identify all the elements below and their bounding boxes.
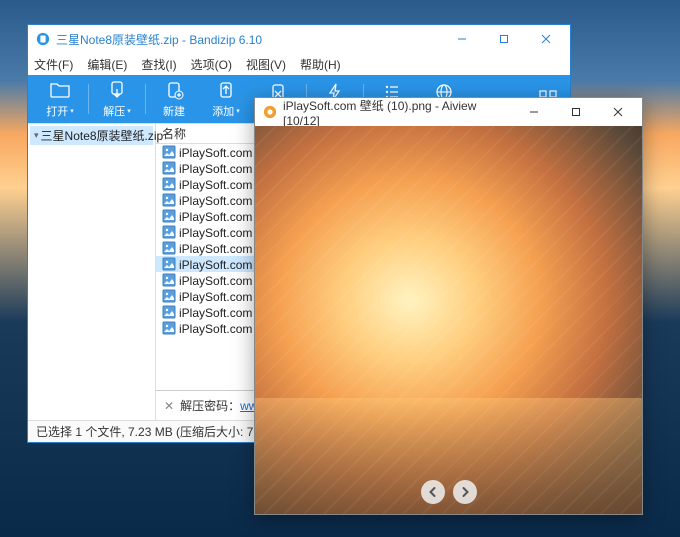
bandizip-maximize-button[interactable] — [484, 27, 524, 51]
image-file-icon — [162, 161, 176, 175]
new-archive-icon — [164, 80, 184, 100]
aiview-title: iPlaySoft.com 壁纸 (10).png - Aiview [10/1… — [283, 97, 514, 128]
image-file-icon — [162, 305, 176, 319]
add-file-icon — [216, 80, 236, 100]
tree-expand-icon[interactable]: ▾ — [34, 130, 39, 141]
image-file-icon — [162, 289, 176, 303]
aiview-app-icon — [263, 105, 277, 119]
extract-icon — [107, 80, 127, 100]
bandizip-close-button[interactable] — [526, 27, 566, 51]
image-file-icon — [162, 273, 176, 287]
image-file-icon — [162, 209, 176, 223]
aiview-maximize-button[interactable] — [556, 100, 596, 124]
password-label: 解压密码： — [180, 397, 240, 414]
aiview-window: iPlaySoft.com 壁纸 (10).png - Aiview [10/1… — [254, 97, 643, 515]
tree-root-item[interactable]: ▾ 三星Note8原装壁纸.zip — [30, 126, 153, 145]
aiview-prev-button[interactable] — [421, 480, 445, 504]
menu-view[interactable]: 视图(V) — [246, 56, 286, 73]
image-file-icon — [162, 257, 176, 271]
menu-find[interactable]: 查找(I) — [141, 56, 176, 73]
aiview-image-viewport[interactable] — [255, 126, 642, 514]
password-close-icon[interactable]: ✕ — [164, 399, 174, 413]
toolbar-new-button[interactable]: 新建 — [148, 77, 200, 121]
bandizip-titlebar[interactable]: 三星Note8原装壁纸.zip - Bandizip 6.10 — [28, 25, 570, 53]
toolbar-extract-label: 解压 — [103, 106, 125, 118]
aiview-next-button[interactable] — [453, 480, 477, 504]
menu-help[interactable]: 帮助(H) — [300, 56, 341, 73]
image-file-icon — [162, 193, 176, 207]
toolbar-add-label: 添加 — [212, 106, 234, 118]
menu-edit[interactable]: 编辑(E) — [87, 56, 127, 73]
image-file-icon — [162, 321, 176, 335]
menu-options[interactable]: 选项(O) — [191, 56, 232, 73]
arrow-right-icon — [459, 486, 471, 498]
bandizip-tree-panel: ▾ 三星Note8原装壁纸.zip — [28, 124, 156, 420]
menu-file[interactable]: 文件(F) — [34, 56, 73, 73]
toolbar-add-button[interactable]: 添加▾ — [200, 77, 252, 121]
tree-root-label: 三星Note8原装壁纸.zip — [41, 127, 164, 144]
toolbar-extract-button[interactable]: 解压▾ — [91, 77, 143, 121]
aiview-titlebar[interactable]: iPlaySoft.com 壁纸 (10).png - Aiview [10/1… — [255, 98, 642, 126]
arrow-left-icon — [427, 486, 439, 498]
toolbar-open-label: 打开 — [46, 106, 68, 118]
toolbar-new-label: 新建 — [163, 103, 185, 119]
image-file-icon — [162, 241, 176, 255]
toolbar-open-button[interactable]: 打开▾ — [34, 77, 86, 121]
bandizip-menubar: 文件(F) 编辑(E) 查找(I) 选项(O) 视图(V) 帮助(H) — [28, 53, 570, 75]
bandizip-title: 三星Note8原装壁纸.zip - Bandizip 6.10 — [56, 31, 442, 48]
aiview-close-button[interactable] — [598, 100, 638, 124]
column-name-label: 名称 — [162, 125, 186, 142]
image-file-icon — [162, 177, 176, 191]
aiview-minimize-button[interactable] — [514, 100, 554, 124]
bandizip-app-icon — [36, 32, 50, 46]
image-file-icon — [162, 145, 176, 159]
bandizip-minimize-button[interactable] — [442, 27, 482, 51]
image-file-icon — [162, 225, 176, 239]
folder-open-icon — [49, 80, 71, 100]
